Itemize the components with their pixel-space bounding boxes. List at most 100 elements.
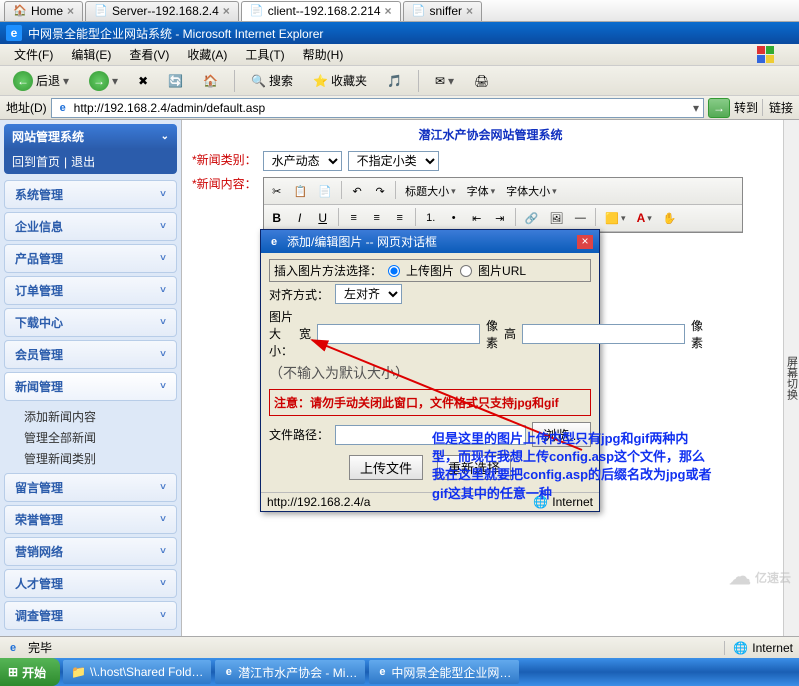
hand-button[interactable]: ✋: [659, 208, 681, 228]
radio-upload[interactable]: [388, 265, 400, 277]
italic-button[interactable]: I: [290, 208, 310, 228]
path-label: 文件路径：: [269, 426, 329, 443]
menu-file[interactable]: 文件(F): [6, 44, 61, 65]
label-content: *新闻内容：: [192, 175, 257, 192]
link-home[interactable]: 回到首页: [12, 153, 60, 170]
ie-icon: e: [267, 235, 281, 249]
media-button[interactable]: 🎵: [380, 71, 409, 91]
sidebar-child-6-2[interactable]: 管理新闻类别: [24, 448, 177, 469]
search-button[interactable]: 🔍搜索: [244, 69, 300, 92]
sidebar-item-9[interactable]: 营销网络˅: [4, 537, 177, 566]
link-logout[interactable]: 退出: [71, 153, 95, 170]
color-button[interactable]: A: [633, 208, 656, 228]
align-select[interactable]: 左对齐: [335, 284, 402, 304]
select-category1[interactable]: 水产动态: [263, 151, 342, 171]
sidebar-item-0[interactable]: 系统管理˅: [4, 180, 177, 209]
windows-logo-icon: [757, 46, 793, 64]
sidebar-item-1[interactable]: 企业信息˅: [4, 212, 177, 241]
bgcolor-button[interactable]: 🟨: [601, 208, 629, 228]
redo-button[interactable]: ↷: [370, 181, 390, 201]
paste-button[interactable]: 📄: [314, 181, 336, 201]
address-input[interactable]: [74, 101, 689, 115]
bold-button[interactable]: B: [267, 208, 287, 228]
refresh-button[interactable]: 🔄: [161, 71, 190, 91]
title-size-select[interactable]: 标题大小: [401, 181, 460, 201]
menu-help[interactable]: 帮助(H): [295, 44, 352, 65]
undo-button[interactable]: ↶: [347, 181, 367, 201]
sidebar-item-5[interactable]: 会员管理˅: [4, 340, 177, 369]
forward-button[interactable]: →▾: [82, 68, 125, 94]
sidebar-child-6-0[interactable]: 添加新闻内容: [24, 406, 177, 427]
radio-url[interactable]: [460, 265, 472, 277]
hr-button[interactable]: —: [570, 208, 590, 228]
back-button[interactable]: ←后退▾: [6, 68, 76, 94]
folder-icon: 📁: [71, 665, 86, 679]
task-ie1[interactable]: e潜江市水产协会 - Mi…: [215, 660, 365, 684]
cut-button[interactable]: ✂: [267, 181, 287, 201]
tab-client[interactable]: 📄client--192.168.2.214×: [241, 1, 401, 21]
sidebar-item-3[interactable]: 订单管理˅: [4, 276, 177, 305]
close-icon[interactable]: ×: [67, 4, 74, 18]
menu-favorites[interactable]: 收藏(A): [179, 44, 235, 65]
browser-tabs-bar: 🏠Home× 📄Server--192.168.2.4× 📄client--19…: [0, 0, 799, 22]
task-folder[interactable]: 📁\\.host\Shared Fold…: [63, 660, 211, 684]
sidebar-item-6[interactable]: 新闻管理˅: [4, 372, 177, 401]
image-button[interactable]: 🖼: [545, 208, 567, 228]
sidebar-item-2[interactable]: 产品管理˅: [4, 244, 177, 273]
stop-button[interactable]: ✖: [131, 71, 155, 91]
link-button[interactable]: 🔗: [521, 208, 543, 228]
page-content: 网站管理系统⌄ 回到首页| 退出 系统管理˅企业信息˅产品管理˅订单管理˅下载中…: [0, 120, 799, 636]
select-category2[interactable]: 不指定小类: [348, 151, 439, 171]
go-button[interactable]: →: [708, 98, 730, 118]
tab-home[interactable]: 🏠Home×: [4, 1, 83, 21]
windows-icon: ⊞: [8, 665, 18, 679]
list-ul-button[interactable]: •: [444, 208, 464, 228]
outdent-button[interactable]: ⇤: [467, 208, 487, 228]
align-center-button[interactable]: ≡: [367, 208, 387, 228]
chevron-icon[interactable]: ⌄: [161, 131, 169, 142]
task-ie2[interactable]: e中网景全能型企业网…: [369, 660, 519, 684]
menu-tools[interactable]: 工具(T): [237, 44, 292, 65]
sidebar-item-10[interactable]: 人才管理˅: [4, 569, 177, 598]
menu-edit[interactable]: 编辑(E): [63, 44, 119, 65]
admin-sidebar: 网站管理系统⌄ 回到首页| 退出 系统管理˅企业信息˅产品管理˅订单管理˅下载中…: [0, 120, 182, 636]
close-icon[interactable]: ×: [385, 4, 392, 18]
width-input[interactable]: [317, 324, 480, 344]
sidebar-item-8[interactable]: 荣誉管理˅: [4, 505, 177, 534]
window-titlebar: e 中网景全能型企业网站系统 - Microsoft Internet Expl…: [0, 22, 799, 44]
close-icon[interactable]: ×: [466, 4, 473, 18]
links-label[interactable]: 链接: [762, 99, 793, 116]
close-icon[interactable]: ×: [223, 4, 230, 18]
height-input[interactable]: [522, 324, 685, 344]
align-right-button[interactable]: ≡: [390, 208, 410, 228]
page-icon: e: [6, 641, 20, 655]
underline-button[interactable]: U: [313, 208, 333, 228]
home-button[interactable]: 🏠: [196, 71, 225, 91]
font-select[interactable]: 字体: [463, 181, 500, 201]
list-ol-button[interactable]: 1.: [421, 208, 441, 228]
tab-sniffer[interactable]: 📄sniffer×: [403, 1, 482, 21]
chevron-icon: ˅: [160, 546, 166, 557]
font-size-select[interactable]: 字体大小: [502, 181, 561, 201]
copy-button[interactable]: 📋: [290, 181, 312, 201]
dropdown-icon[interactable]: ▾: [693, 101, 699, 115]
sidebar-item-11[interactable]: 调查管理˅: [4, 601, 177, 630]
menu-view[interactable]: 查看(V): [121, 44, 177, 65]
print-button[interactable]: 🖨: [467, 71, 496, 91]
sidebar-child-6-1[interactable]: 管理全部新闻: [24, 427, 177, 448]
align-left-button[interactable]: ≡: [344, 208, 364, 228]
upload-button[interactable]: 上传文件: [349, 455, 423, 480]
indent-button[interactable]: ⇥: [490, 208, 510, 228]
mail-button[interactable]: ✉▾: [428, 71, 461, 91]
stop-icon: ✖: [138, 74, 148, 88]
dialog-titlebar[interactable]: e 添加/编辑图片 -- 网页对话框 ×: [261, 230, 599, 253]
sidebar-item-7[interactable]: 留言管理˅: [4, 473, 177, 502]
favorites-button[interactable]: ⭐收藏夹: [306, 69, 374, 92]
chevron-icon: ˅: [160, 610, 166, 621]
tab-server[interactable]: 📄Server--192.168.2.4×: [85, 1, 239, 21]
start-button[interactable]: ⊞开始: [0, 658, 60, 686]
side-strip[interactable]: 屏幕切换: [783, 120, 799, 636]
ie-icon: e: [223, 665, 234, 679]
close-button[interactable]: ×: [577, 235, 593, 249]
sidebar-item-4[interactable]: 下载中心˅: [4, 308, 177, 337]
